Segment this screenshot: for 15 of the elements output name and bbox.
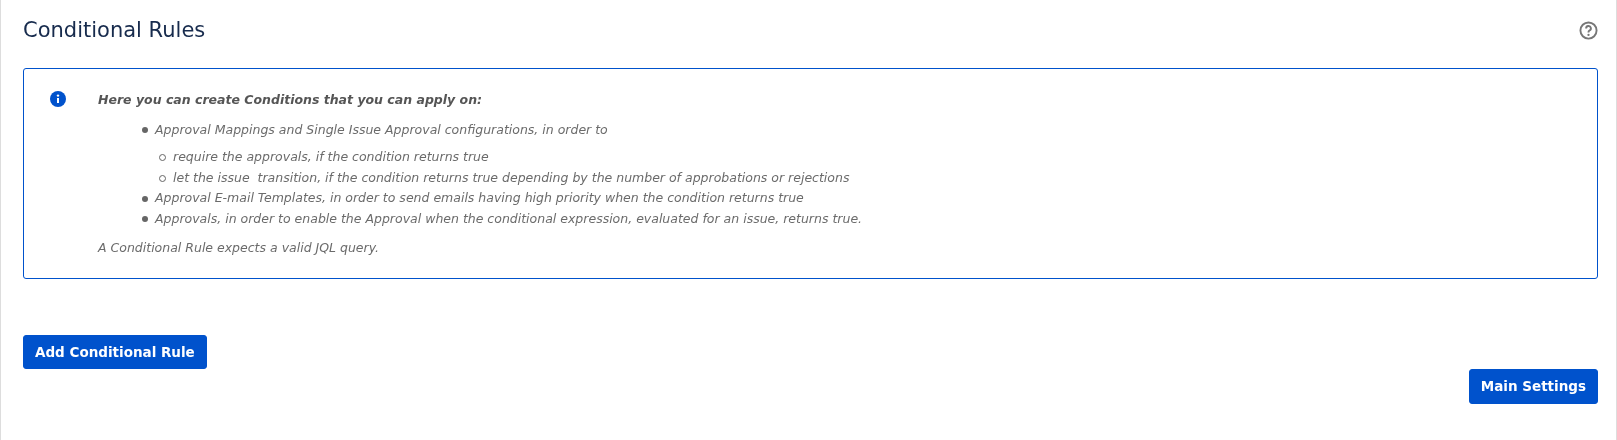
page-title: Conditional Rules: [23, 17, 206, 44]
bullet-icon: [142, 216, 148, 222]
add-rule-button[interactable]: Add Conditional Rule: [23, 335, 207, 370]
list-item-text: Approvals, in order to enable the Approval when the conditional expression, evaluated for an issue, returns true.: [155, 209, 863, 228]
info-note: A Conditional Rule expects a valid JQL query.: [98, 239, 381, 258]
list-item-text: require the approvals, if the condition returns true: [173, 148, 489, 167]
list-item-text: Approval E-mail Templates, in order to send emails having high priority when the condition returns true: [155, 189, 804, 208]
info-icon: [50, 91, 66, 107]
bullet-icon: [142, 195, 148, 202]
list-item-text: Approval Mappings and Single Issue Approval configurations, in order to: [155, 120, 608, 139]
bullet-icon: [142, 127, 148, 133]
list-item-text: let the issue transition, if the condition returns true depending by the number of approbations or rejections: [173, 168, 850, 187]
main-settings-button[interactable]: Main Settings: [1468, 369, 1598, 404]
help-icon[interactable]: [1579, 20, 1598, 40]
info-heading: Here you can create Conditions that you can apply on:: [98, 91, 484, 109]
